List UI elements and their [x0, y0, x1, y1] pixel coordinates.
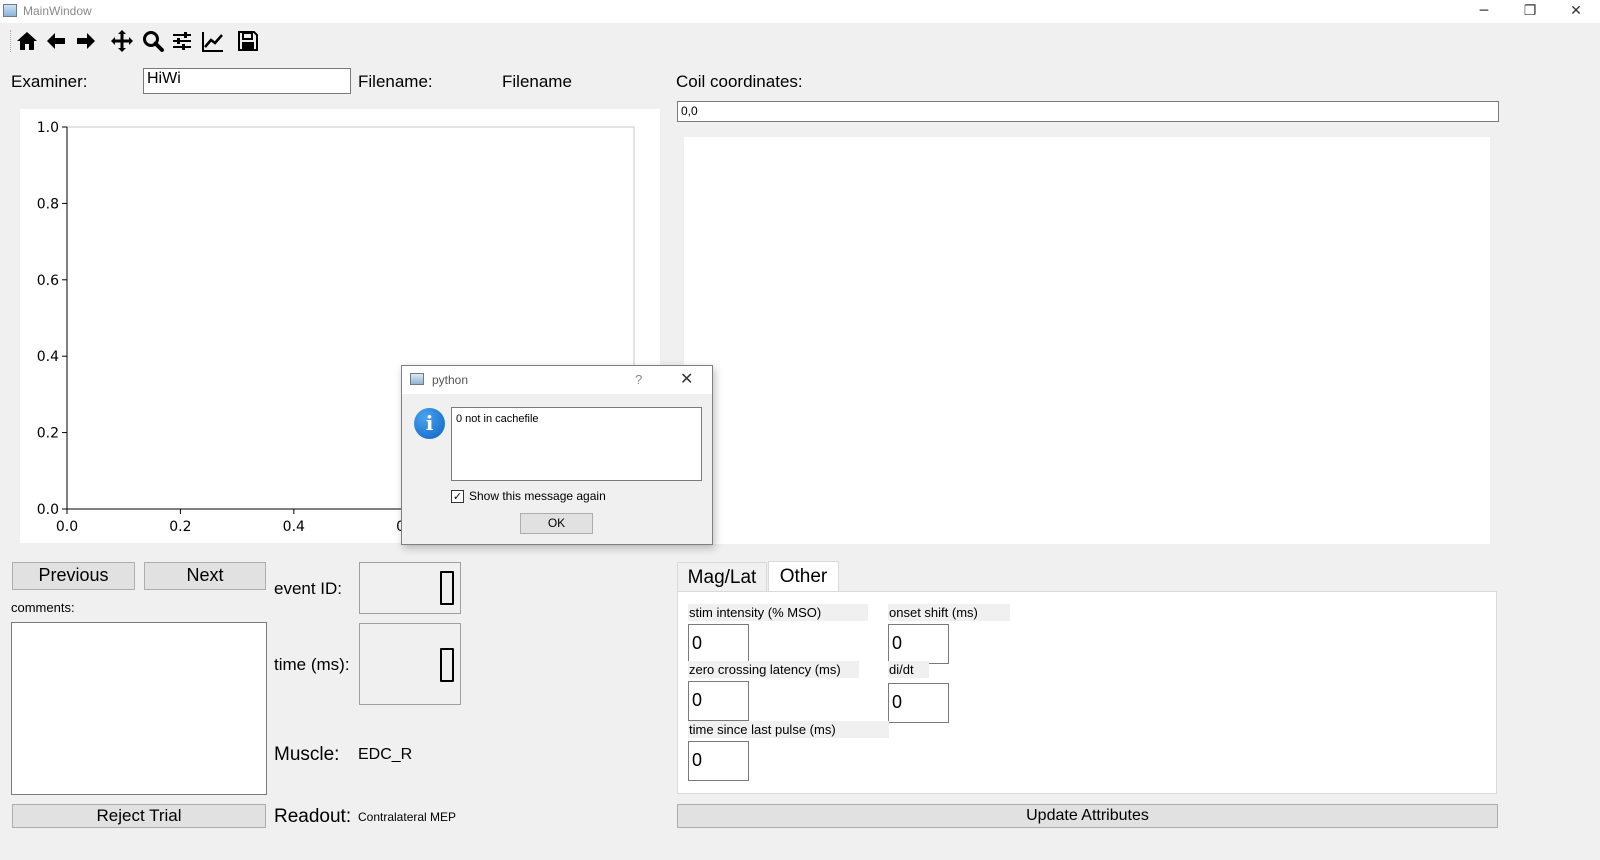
dialog-help-button[interactable]: ? [635, 372, 642, 387]
info-icon: i [414, 408, 445, 439]
save-icon[interactable] [234, 28, 262, 54]
next-button[interactable]: Next [144, 562, 266, 590]
dialog-title-bar: python ? ✕ [402, 366, 712, 394]
filename-label: Filename: [358, 72, 433, 91]
time-display [359, 623, 461, 705]
back-icon[interactable] [42, 28, 70, 54]
dialog-message: 0 not in cachefile [451, 407, 702, 481]
stim-intensity-input[interactable]: 0 [688, 624, 749, 664]
readout-label: Readout: [274, 806, 352, 827]
tab-mag-lat[interactable]: Mag/Lat [677, 562, 767, 592]
dialog-app-icon [410, 373, 424, 385]
onset-shift-input[interactable]: 0 [888, 624, 949, 664]
minimize-button[interactable]: ─ [1461, 0, 1507, 23]
zero-crossing-latency-label: zero crossing latency (ms) [688, 661, 859, 678]
comments-textarea[interactable] [11, 622, 267, 795]
y-tick-label: 0.0 [37, 502, 59, 518]
edit-axis-icon[interactable] [199, 28, 227, 54]
time-label: time (ms): [274, 655, 350, 674]
dialog-ok-button[interactable]: OK [520, 513, 593, 534]
y-tick-label: 0.2 [37, 426, 59, 442]
previous-button[interactable]: Previous [12, 562, 135, 590]
reject-trial-button[interactable]: Reject Trial [12, 804, 266, 828]
forward-icon[interactable] [72, 28, 100, 54]
app-icon [3, 4, 17, 17]
dialog-close-button[interactable]: ✕ [680, 369, 693, 388]
coil-coordinates-label: Coil coordinates: [676, 72, 803, 91]
info-dialog: python ? ✕ i 0 not in cachefile ✓ Show t… [401, 365, 713, 545]
event-id-display [359, 562, 461, 614]
title-bar: MainWindow ─ ❐ ✕ [0, 0, 1600, 23]
event-id-label: event ID: [274, 579, 343, 598]
tab-other[interactable]: Other [768, 561, 839, 592]
didt-input[interactable]: 0 [888, 683, 949, 723]
muscle-value: EDC_R [358, 746, 413, 763]
comments-label: comments: [11, 600, 75, 615]
stim-intensity-label: stim intensity (% MSO) [688, 604, 868, 621]
event-id-digit [440, 571, 454, 605]
readout-value: Contralateral MEP [358, 810, 457, 824]
coil-coordinates-input[interactable]: 0,0 [677, 101, 1499, 122]
x-tick-label: 0.4 [283, 519, 305, 535]
configure-subplots-icon[interactable] [168, 28, 196, 54]
zero-crossing-latency-input[interactable]: 0 [688, 681, 749, 721]
x-tick-label: 0.2 [169, 519, 191, 535]
x-tick-label: 0.0 [56, 519, 78, 535]
y-tick-label: 0.6 [37, 273, 59, 289]
filename-value: Filename [502, 72, 572, 91]
dialog-title: python [432, 373, 469, 387]
restore-button[interactable]: ❐ [1507, 0, 1553, 23]
y-tick-label: 1.0 [37, 120, 59, 136]
examiner-label: Examiner: [11, 72, 88, 91]
examiner-input[interactable]: HiWi [143, 68, 351, 94]
y-tick-label: 0.4 [37, 349, 59, 365]
toolbar-grip [10, 30, 12, 52]
show-again-label[interactable]: Show this message again [469, 489, 606, 503]
time-digit [440, 648, 454, 682]
time-since-last-pulse-input[interactable]: 0 [688, 741, 749, 781]
y-tick-label: 0.8 [37, 196, 59, 212]
muscle-label: Muscle: [274, 744, 340, 765]
close-button[interactable]: ✕ [1553, 0, 1599, 23]
pan-icon[interactable] [108, 28, 136, 54]
update-attributes-button[interactable]: Update Attributes [677, 804, 1498, 828]
zoom-icon[interactable] [139, 28, 167, 54]
time-since-last-pulse-label: time since last pulse (ms) [688, 721, 889, 738]
window-title: MainWindow [23, 4, 92, 18]
didt-label: di/dt [888, 661, 929, 678]
home-icon[interactable] [13, 28, 41, 54]
other-tab-panel: stim intensity (% MSO) 0 onset shift (ms… [677, 591, 1497, 794]
coil-view-canvas[interactable] [684, 137, 1490, 544]
onset-shift-label: onset shift (ms) [888, 604, 1010, 621]
show-again-checkbox[interactable]: ✓ [451, 490, 464, 503]
